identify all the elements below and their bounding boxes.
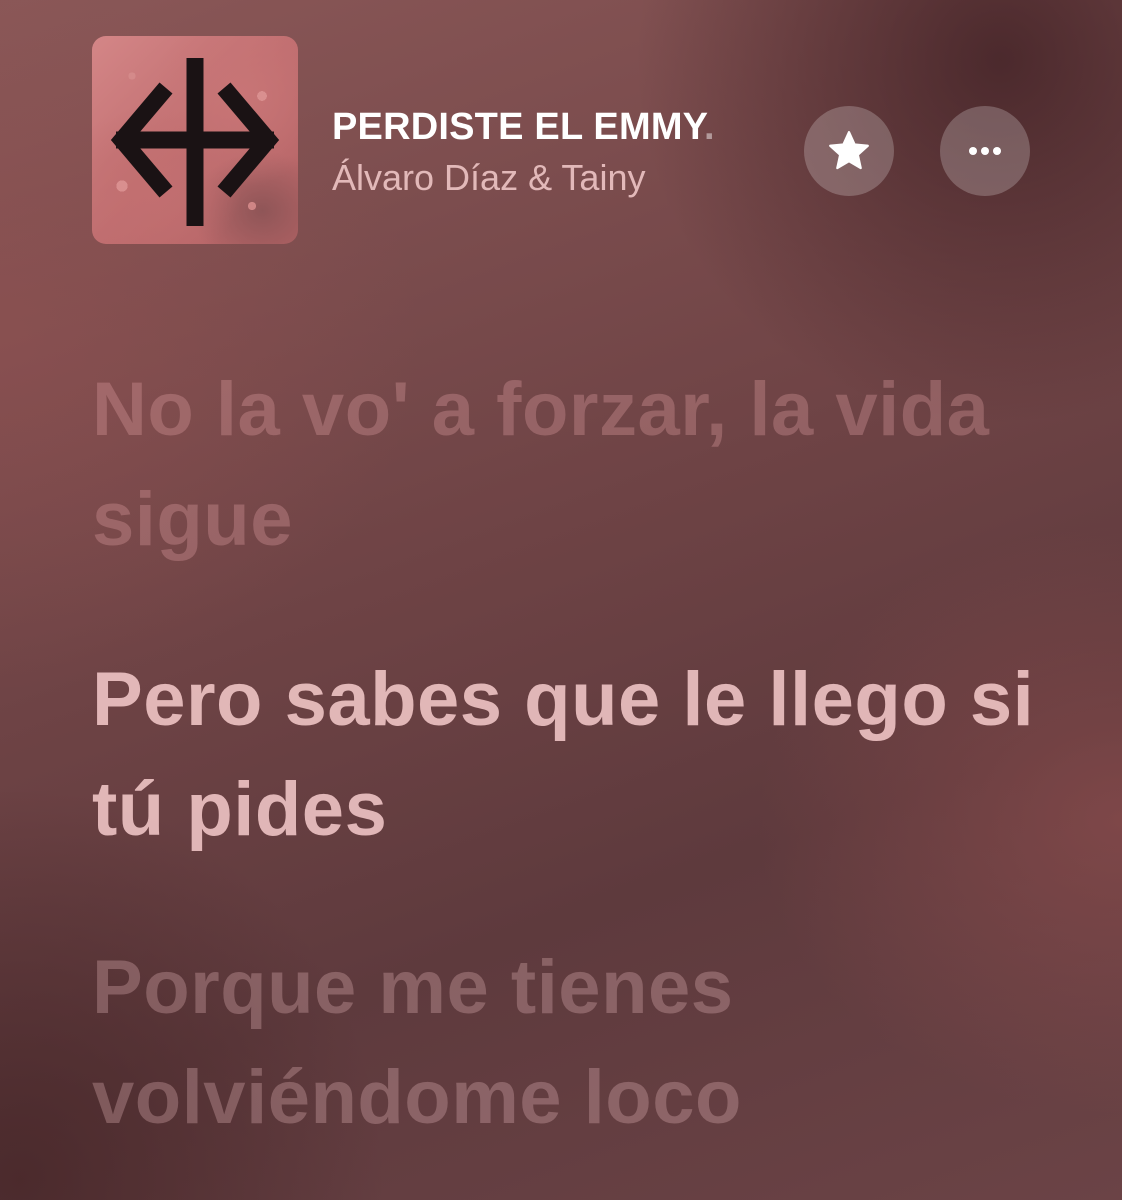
lyric-line-current[interactable]: Pero sabes que le llego si tú pides <box>92 645 1052 865</box>
more-options-button[interactable] <box>940 106 1030 196</box>
now-playing-header: PERDISTE EL EMMY. Álvaro Díaz & Tainy <box>92 36 1032 244</box>
song-title-overflow: . <box>704 106 715 148</box>
song-artist[interactable]: Álvaro Díaz & Tainy <box>332 156 645 200</box>
album-art[interactable] <box>92 36 298 244</box>
album-logo-mark <box>110 58 280 226</box>
song-title[interactable]: PERDISTE EL EMMY. <box>332 104 715 150</box>
song-title-text: PERDISTE EL EMMY <box>332 106 705 148</box>
lyric-line-upcoming[interactable]: Porque me tienes volviéndome loco <box>92 933 1052 1153</box>
lyric-line-past[interactable]: No la vo' a forzar, la vida sigue <box>92 355 1052 575</box>
ellipsis-icon <box>969 147 1001 155</box>
favorite-button[interactable] <box>804 106 894 196</box>
star-icon <box>829 131 869 170</box>
